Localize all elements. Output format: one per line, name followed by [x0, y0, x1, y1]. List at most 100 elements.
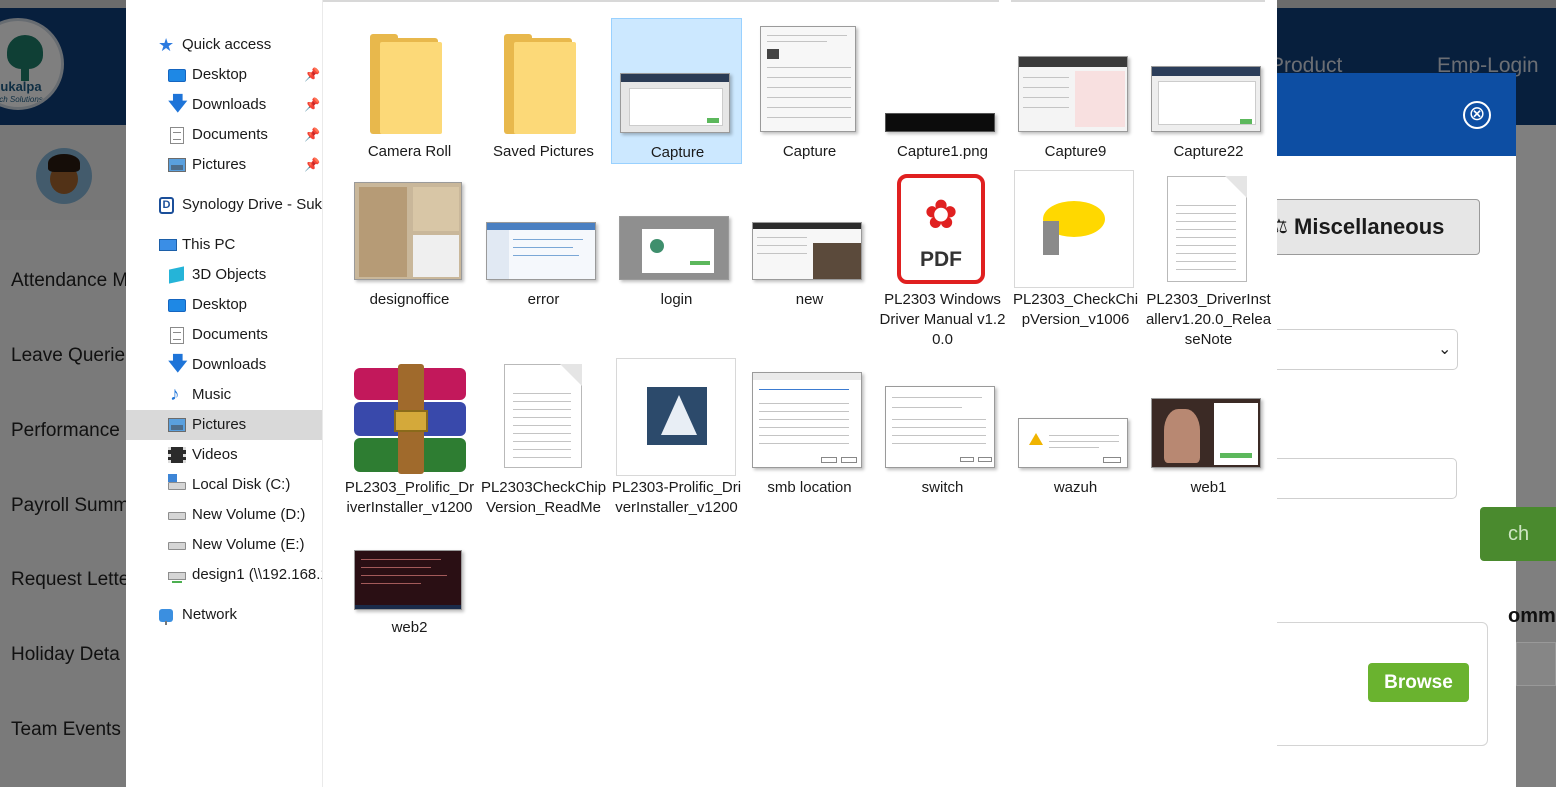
nav-label: Downloads — [192, 96, 267, 113]
file-item-camera-roll[interactable]: Camera Roll — [344, 18, 475, 164]
file-item-pl2303-prolific-exe[interactable]: PL2303-Prolific_DriverInstaller_v1200 — [611, 358, 742, 540]
file-name: PL2303-Prolific_DriverInstaller_v1200 — [611, 479, 742, 516]
file-item-capture22[interactable]: Capture22 — [1143, 18, 1274, 164]
document-icon — [170, 127, 184, 144]
download-arrow-icon: 🡇 — [168, 94, 188, 115]
file-item-smb-location[interactable]: smb location — [744, 358, 875, 540]
film-icon — [168, 447, 186, 463]
file-name: switch — [921, 479, 964, 496]
file-item-pl2303-readme[interactable]: PL2303CheckChipVersion_ReadMe — [478, 358, 609, 540]
computer-icon — [159, 239, 177, 251]
pin-icon: 📌 — [304, 157, 321, 172]
nav-item-videos[interactable]: Videos — [126, 440, 322, 470]
windows-drive-icon — [168, 474, 186, 490]
nav-item-3d-objects[interactable]: 3D Objects — [126, 260, 322, 290]
star-icon: ★ — [158, 35, 175, 55]
nav-label: Desktop — [192, 66, 248, 83]
page-fold — [560, 364, 582, 386]
nav-item-downloads[interactable]: 🡇 Downloads — [126, 350, 322, 380]
navigation-pane: ★ Quick access Desktop 📌 🡇 Downloads 📌 D… — [126, 0, 323, 787]
file-name: Camera Roll — [367, 143, 452, 160]
comments-label: omme — [1508, 605, 1556, 627]
file-item-web1[interactable]: web1 — [1143, 358, 1274, 540]
browse-button[interactable]: Browse — [1368, 663, 1469, 702]
pictures-icon — [168, 418, 186, 432]
image-thumbnail — [760, 26, 856, 132]
nav-item-documents[interactable]: Documents — [126, 320, 322, 350]
file-item-designoffice[interactable]: designoffice — [344, 170, 475, 350]
request-text-input[interactable] — [1270, 458, 1457, 499]
file-name: Capture22 — [1173, 143, 1244, 160]
file-item-pl2303-manual[interactable]: ✿ PDF PL2303 Windows Driver Manual v1.20… — [877, 170, 1008, 350]
nav-label: New Volume (E:) — [192, 536, 305, 553]
file-item-login[interactable]: login — [611, 170, 742, 350]
file-item-pl2303-releasenote[interactable]: PL2303_DriverInstallerv1.20.0_ReleaseNot… — [1143, 170, 1274, 350]
page-fold — [1225, 176, 1247, 198]
nav-item-desktop-quick[interactable]: Desktop 📌 — [126, 60, 322, 90]
file-item-capture1-png[interactable]: Capture1.png — [877, 18, 1008, 164]
nav-item-synology[interactable]: D Synology Drive - Suka — [126, 190, 322, 220]
nav-item-quick-access[interactable]: ★ Quick access — [126, 30, 322, 60]
dialog-toolbar-edge-right — [1011, 0, 1265, 2]
file-name: PL2303_Prolific_DriverInstaller_v1200 — [344, 479, 475, 516]
backdrop-box — [1516, 642, 1556, 686]
miscellaneous-button[interactable]: Miscellaneous — [1262, 199, 1480, 255]
file-name: new — [795, 291, 824, 308]
nav-item-downloads-quick[interactable]: 🡇 Downloads 📌 — [126, 90, 322, 120]
file-item-wazuh[interactable]: wazuh — [1010, 358, 1141, 540]
pictures-icon — [168, 158, 186, 172]
file-name: designoffice — [369, 291, 450, 308]
nav-item-desktop[interactable]: Desktop — [126, 290, 322, 320]
file-item-pl2303-prolific-installer[interactable]: PL2303_Prolific_DriverInstaller_v1200 — [344, 358, 475, 540]
nav-label: Desktop — [192, 296, 248, 313]
file-item-capture-2[interactable]: Capture — [744, 18, 875, 164]
file-item-capture9[interactable]: Capture9 — [1010, 18, 1141, 164]
file-name: PL2303_CheckChipVersion_v1006 — [1012, 291, 1139, 328]
image-thumbnail — [620, 73, 730, 133]
file-name: Capture — [650, 144, 705, 161]
nav-item-pictures[interactable]: Pictures — [126, 410, 322, 440]
file-item-error[interactable]: error — [478, 170, 609, 350]
nav-item-volume-d[interactable]: New Volume (D:) — [126, 500, 322, 530]
file-item-saved-pictures[interactable]: Saved Pictures — [478, 18, 609, 164]
pdf-badge: PDF — [920, 248, 962, 271]
synology-drive-icon: D — [159, 197, 174, 214]
winrar-archive-icon — [354, 364, 466, 474]
nav-item-this-pc[interactable]: This PC — [126, 230, 322, 260]
nav-item-volume-e[interactable]: New Volume (E:) — [126, 530, 322, 560]
file-name: Saved Pictures — [493, 143, 594, 160]
file-name: smb location — [767, 479, 852, 496]
backdrop-panel — [1516, 125, 1556, 787]
nav-item-network[interactable]: Network — [126, 600, 322, 630]
file-item-new[interactable]: new — [744, 170, 875, 350]
chevron-down-icon: ⌄ — [1438, 341, 1452, 358]
file-item-capture-selected[interactable]: Capture — [611, 18, 742, 164]
image-thumbnail — [752, 222, 862, 280]
file-name: Capture — [782, 143, 837, 160]
file-name: PL2303CheckChipVersion_ReadMe — [480, 479, 607, 516]
desktop-icon — [168, 299, 186, 312]
nav-item-design1-share[interactable]: design1 (\\192.168.1 — [126, 560, 322, 590]
nav-label: Network — [182, 606, 238, 623]
nav-label: 3D Objects — [192, 266, 267, 283]
nav-item-pictures-quick[interactable]: Pictures 📌 — [126, 150, 322, 180]
close-icon[interactable]: ⊗ — [1463, 101, 1491, 129]
image-thumbnail — [752, 372, 862, 468]
file-item-web2[interactable]: web2 — [344, 546, 475, 646]
desktop-icon — [168, 69, 186, 82]
pdf-icon: ✿ PDF — [897, 174, 985, 284]
folder-icon-front — [380, 42, 442, 134]
nav-item-music[interactable]: ♪ Music — [126, 380, 322, 410]
search-button[interactable]: ch — [1480, 507, 1556, 561]
nav-item-documents-quick[interactable]: Documents 📌 — [126, 120, 322, 150]
nav-label: Music — [192, 386, 232, 403]
nav-label: Quick access — [182, 36, 272, 53]
network-drive-icon — [168, 572, 186, 583]
nav-item-local-disk-c[interactable]: Local Disk (C:) — [126, 470, 322, 500]
file-item-pl2303-checkchip[interactable]: PL2303_CheckChipVersion_v1006 — [1010, 170, 1141, 350]
image-thumbnail — [619, 216, 729, 280]
file-item-switch[interactable]: switch — [877, 358, 1008, 540]
network-icon — [159, 609, 173, 625]
request-type-select[interactable] — [1270, 329, 1458, 370]
file-name: PL2303 Windows Driver Manual v1.20.0 — [879, 291, 1006, 348]
